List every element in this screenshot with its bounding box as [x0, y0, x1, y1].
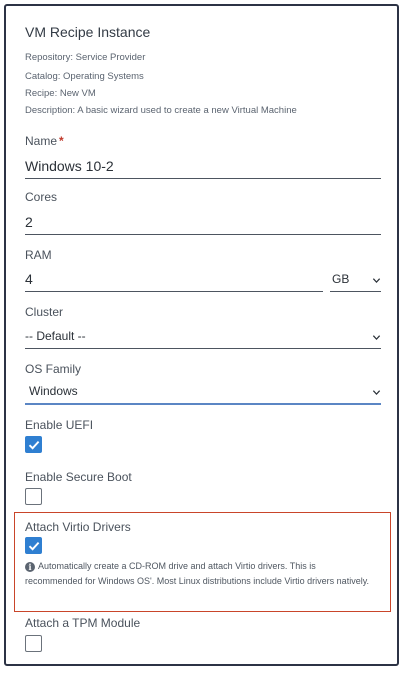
enable-uefi-checkbox[interactable]: [25, 436, 42, 453]
cluster-select[interactable]: -- Default --: [25, 321, 381, 349]
attach-virtio-label: Attach Virtio Drivers: [25, 520, 131, 534]
attach-tpm-checkbox[interactable]: [25, 635, 42, 652]
chevron-down-icon: [372, 278, 381, 284]
os-family-label: OS Family: [25, 362, 82, 376]
repository-text: Repository: Service Provider: [25, 52, 146, 63]
ram-unit-select[interactable]: GB: [330, 263, 381, 292]
chevron-down-icon: [372, 390, 381, 396]
virtio-help-text: i Automatically create a CD-ROM drive and…: [25, 559, 375, 589]
vm-recipe-instance-panel: VM Recipe Instance Repository: Service P…: [4, 4, 399, 666]
attach-tpm-label: Attach a TPM Module: [25, 616, 141, 630]
os-family-select[interactable]: Windows: [25, 377, 381, 405]
ram-input[interactable]: 4: [25, 263, 323, 292]
catalog-text: Catalog: Operating Systems: [25, 71, 144, 82]
description-text: Description: A basic wizard used to crea…: [25, 105, 297, 116]
attach-virtio-checkbox[interactable]: [25, 537, 42, 554]
info-icon: i: [25, 562, 35, 572]
virtio-help-text-content: Automatically create a CD-ROM drive and …: [25, 561, 370, 586]
checkmark-icon: [28, 440, 40, 450]
enable-secure-boot-checkbox[interactable]: [25, 488, 42, 505]
name-label: Name *: [25, 134, 64, 148]
ram-unit-value: GB: [332, 272, 350, 286]
enable-secure-boot-label: Enable Secure Boot: [25, 470, 132, 484]
cluster-select-value: -- Default --: [25, 329, 86, 343]
os-family-select-value: Windows: [29, 384, 78, 398]
required-marker: *: [59, 134, 64, 148]
panel-title: VM Recipe Instance: [25, 24, 151, 40]
name-input[interactable]: Windows 10-2: [25, 149, 381, 179]
name-input-value: Windows 10-2: [25, 158, 114, 174]
cores-input-value: 2: [25, 214, 33, 230]
cluster-label: Cluster: [25, 305, 64, 319]
cores-input[interactable]: 2: [25, 206, 381, 235]
name-label-text: Name: [25, 134, 58, 148]
chevron-down-icon: [372, 335, 381, 341]
checkmark-icon: [28, 541, 40, 551]
cores-label: Cores: [25, 190, 58, 204]
ram-label: RAM: [25, 248, 52, 262]
recipe-text: Recipe: New VM: [25, 88, 96, 99]
enable-uefi-label: Enable UEFI: [25, 418, 94, 432]
ram-input-value: 4: [25, 271, 33, 287]
